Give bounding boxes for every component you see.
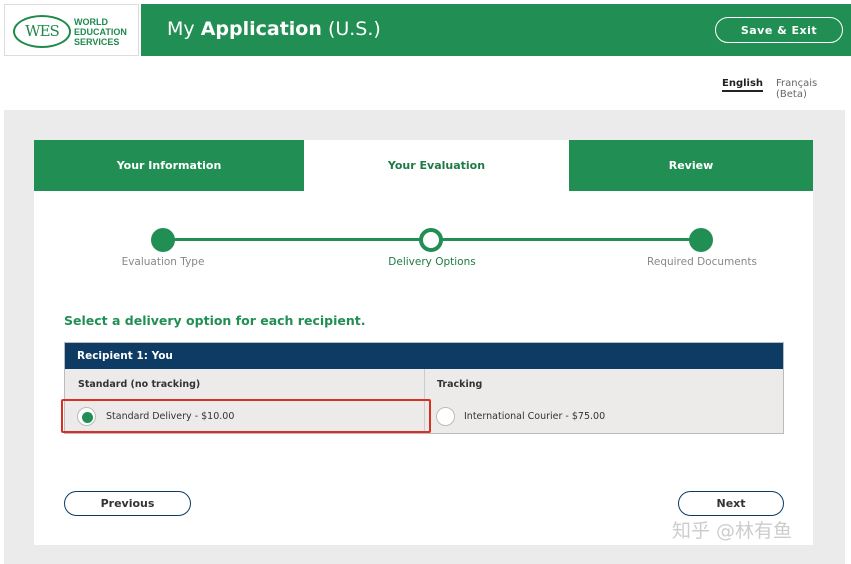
logo-mark: WES [13, 15, 71, 48]
recipient-header: Recipient 1: You [65, 343, 783, 369]
step-dot-evaluation-type[interactable] [151, 228, 175, 252]
app-header: WES WORLD EDUCATION SERVICES My Applicat… [0, 0, 851, 56]
step-dot-required-documents [689, 228, 713, 252]
logo-wordmark: WORLD EDUCATION SERVICES [74, 17, 127, 47]
step-label-evaluation-type: Evaluation Type [121, 256, 205, 268]
title-bar: My Application (U.S.) Save & Exit [141, 4, 851, 56]
logo-line-3: SERVICES [74, 37, 120, 47]
title-prefix: My [167, 18, 195, 40]
radio-international-courier[interactable] [436, 407, 455, 426]
selection-highlight-box [61, 399, 431, 433]
language-english-link[interactable]: English [722, 78, 764, 92]
page-title: My Application (U.S.) [167, 18, 381, 40]
option-international-courier[interactable]: International Courier - $75.00 [425, 401, 783, 433]
tab-your-information[interactable]: Your Information [34, 140, 304, 191]
column-heading-standard: Standard (no tracking) [65, 369, 425, 401]
title-suffix: (U.S.) [327, 18, 381, 40]
title-bold: Application [200, 18, 322, 40]
watermark-text: 知乎 @林有鱼 [672, 520, 793, 542]
tab-your-evaluation[interactable]: Your Evaluation [304, 140, 569, 191]
step-label-required-documents: Required Documents [647, 256, 757, 268]
previous-button[interactable]: Previous [64, 491, 191, 516]
next-button[interactable]: Next [678, 491, 784, 516]
save-exit-button[interactable]: Save & Exit [715, 17, 843, 43]
step-dot-delivery-options [419, 228, 443, 252]
tab-review[interactable]: Review [569, 140, 813, 191]
wes-logo[interactable]: WES WORLD EDUCATION SERVICES [4, 4, 139, 56]
language-french-link[interactable]: Français (Beta) [776, 78, 851, 100]
column-heading-tracking: Tracking [425, 369, 783, 401]
stepper-connector-1 [163, 238, 431, 241]
logo-line-1: WORLD [74, 17, 108, 27]
stepper-connector-2 [431, 238, 701, 241]
option-label-courier: International Courier - $75.00 [464, 411, 606, 422]
section-title: Select a delivery option for each recipi… [64, 313, 366, 328]
logo-line-2: EDUCATION [74, 27, 127, 37]
step-label-delivery-options: Delivery Options [388, 256, 476, 268]
